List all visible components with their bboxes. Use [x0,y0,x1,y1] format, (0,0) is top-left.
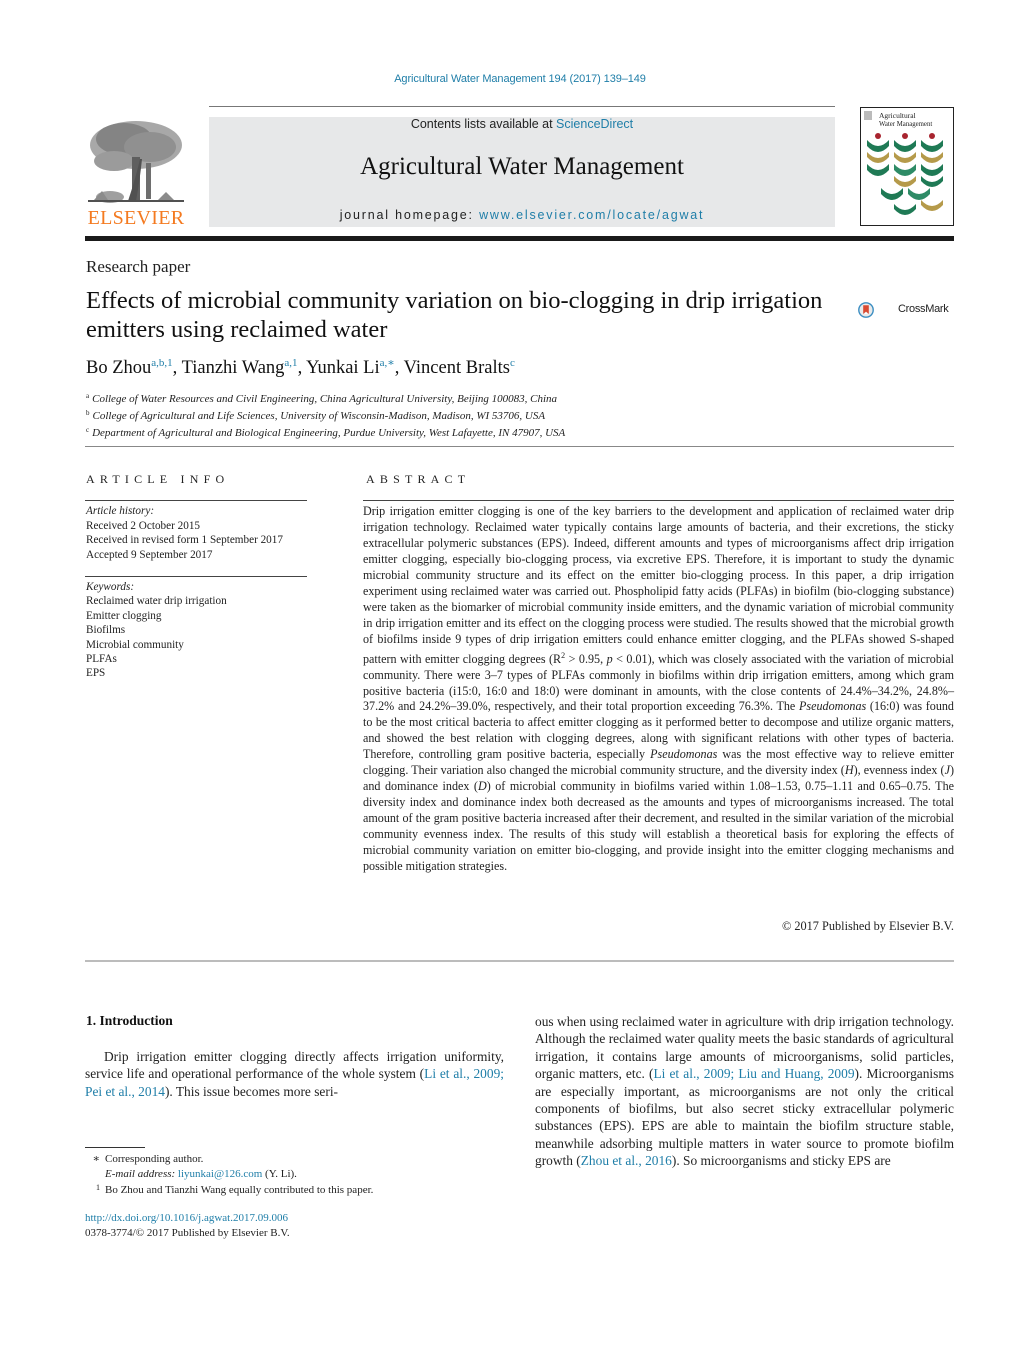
footnote-equal-contribution: 1 Bo Zhou and Tianzhi Wang equally contri… [85,1181,373,1198]
introduction-column-2: ous when using reclaimed water in agricu… [535,1013,954,1170]
introduction-column-1: Drip irrigation emitter clogging directl… [85,1048,504,1100]
crossmark-icon[interactable] [858,290,898,330]
author-name[interactable]: Vincent Bralts [404,358,510,378]
affiliation-item: c Department of Agricultural and Biologic… [86,423,565,440]
article-type-label: Research paper [86,257,191,276]
affiliation-mark: b [86,409,90,418]
abstract-text-segment: > 0.95, [565,651,607,666]
cover-title-line1: Agricultural [879,111,916,120]
history-item: Received 2 October 2015 [86,519,201,532]
sciencedirect-link[interactable]: ScienceDirect [556,117,633,131]
author-affiliation-marks[interactable]: c [510,357,515,369]
footnote-text: Bo Zhou and Tianzhi Wang equally contrib… [105,1184,374,1197]
history-item: Received in revised form 1 September 201… [86,534,283,547]
affiliation-text: College of Water Resources and Civil Eng… [92,393,558,405]
journal-homepage-line: journal homepage: www.elsevier.com/locat… [209,208,835,222]
header-divider [209,106,835,107]
citation-link[interactable]: Zhou et al., 2016 [581,1153,672,1168]
footnotes: ∗ Corresponding author. E-mail address: l… [85,1152,374,1198]
abstract-italic-taxon: Pseudomonas [799,699,867,714]
abstract-text-segment: Drip irrigation emitter clogging is one … [363,504,954,666]
keywords-heading: Keywords: [86,581,135,593]
keywords-divider [85,576,307,577]
abstract-heading: ABSTRACT [366,472,471,486]
author-name[interactable]: Tianzhi Wang [182,358,285,378]
journal-cover-thumbnail[interactable]: Agricultural Water Management [860,107,954,226]
author-affiliation-marks[interactable]: a,∗ [380,357,395,369]
abstract-copyright: © 2017 Published by Elsevier B.V. [781,919,954,933]
affiliation-text: College of Agricultural and Life Science… [92,410,546,423]
journal-cover-artwork-icon: Agricultural Water Management [864,111,943,215]
footnote-mark: 1 [96,1183,100,1193]
article-title: Effects of microbial community variation… [86,287,823,343]
abstract-text-segment: ) of microbial community in biofilms var… [363,779,954,873]
affiliation-item: b College of Agricultural and Life Scienc… [86,406,565,423]
keyword-item: Emitter clogging [86,609,162,622]
article-info-heading: ARTICLE INFO [86,472,230,486]
abstract-body: Drip irrigation emitter clogging is one … [363,504,954,875]
abstract-divider [363,500,954,501]
abstract-italic-taxon: Pseudomonas [650,747,718,762]
journal-masthead: Contents lists available at ScienceDirec… [209,117,835,227]
issn-copyright-line: 0378-3774/© 2017 Published by Elsevier B… [85,1226,290,1239]
abstract-italic: H [844,763,854,778]
footnote-email: E-mail address: liyunkai@126.com (Y. Li)… [85,1167,373,1182]
abstract-bottom-divider [85,960,954,962]
introduction-heading: 1. Introduction [86,1013,173,1028]
footnote-divider [85,1147,145,1148]
homepage-prefix: journal homepage: [339,208,480,222]
footnote-mark: ∗ [92,1153,100,1165]
abstract-italic: D [477,779,487,794]
intro-text-segment: ). So microorganisms and sticky EPS are [671,1153,891,1169]
abstract-text-segment: ), evenness index ( [853,763,945,778]
intro-text-segment: ). This issue becomes more seri- [164,1083,339,1099]
keyword-item: Reclaimed water drip irrigation [86,595,227,608]
cover-title-line2: Water Management [879,121,932,128]
keyword-item: Microbial community [86,638,184,651]
author-separator: , [297,358,307,378]
author-separator: , [172,358,182,378]
author-separator: , [394,358,404,378]
keywords-list: Keywords: Reclaimed water drip irrigatio… [86,580,227,681]
author-affiliation-marks[interactable]: a,b,1 [151,357,172,369]
footnote-corresponding: ∗ Corresponding author. [85,1152,373,1167]
doi-block: http://dx.doi.org/10.1016/j.agwat.2017.0… [85,1211,290,1240]
email-suffix: (Y. Li). [262,1167,297,1180]
journal-citation-link[interactable]: Agricultural Water Management 194 (2017)… [0,73,1020,85]
affiliation-divider [85,446,954,447]
citation-link[interactable]: Li et al., 2009; Liu and Huang, 2009 [653,1066,854,1081]
crossmark-label[interactable]: CrossMark [898,303,949,315]
elsevier-wordmark: ELSEVIER [87,207,185,229]
article-info-divider [85,500,307,501]
doi-link[interactable]: http://dx.doi.org/10.1016/j.agwat.2017.0… [85,1211,290,1226]
footnote-text: Corresponding author. [105,1153,204,1165]
contents-prefix: Contents lists available at [410,117,557,131]
affiliation-list: a College of Water Resources and Civil En… [86,389,565,441]
affiliation-mark: a [86,392,90,400]
keyword-item: PLFAs [86,653,117,666]
email-link[interactable]: liyunkai@126.com [178,1168,262,1180]
affiliation-mark: c [86,426,90,435]
author-list: Bo Zhoua,b,1, Tianzhi Wanga,1, Yunkai Li… [86,356,515,379]
affiliation-item: a College of Water Resources and Civil En… [86,389,565,406]
contents-available-line: Contents lists available at ScienceDirec… [209,117,835,131]
author-name[interactable]: Yunkai Li [306,358,379,378]
keyword-item: EPS [86,667,106,680]
affiliation-text: Department of Agricultural and Biologica… [92,427,566,440]
author-name[interactable]: Bo Zhou [86,358,151,378]
journal-title: Agricultural Water Management [360,153,684,180]
article-history-heading: Article history: [86,505,155,517]
keyword-item: Biofilms [86,624,126,637]
author-affiliation-marks[interactable]: a,1 [284,357,297,369]
journal-homepage-link[interactable]: www.elsevier.com/locate/agwat [479,208,704,222]
history-item: Accepted 9 September 2017 [86,548,213,561]
email-label: E-mail address: [105,1167,178,1180]
header-thick-divider [85,236,954,241]
article-history: Article history: Received 2 October 2015… [86,504,283,562]
